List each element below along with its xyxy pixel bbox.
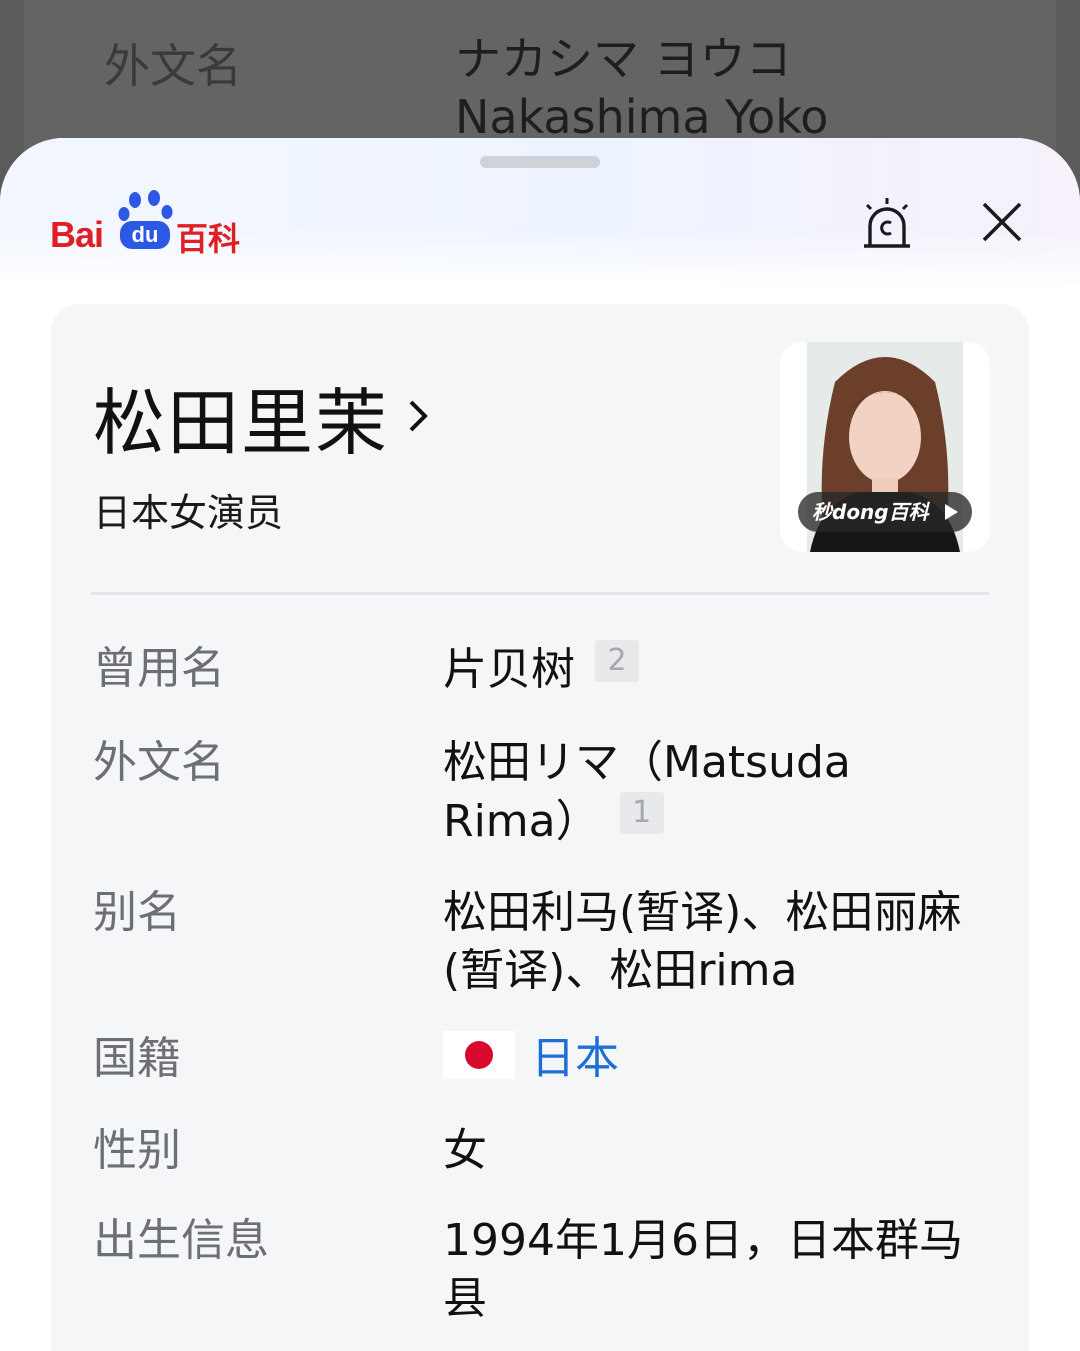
- info-value: 日本: [443, 1030, 988, 1088]
- info-label: 外文名: [93, 737, 225, 788]
- title-link[interactable]: 松田里茉: [93, 376, 433, 465]
- video-badge[interactable]: 秒dong百科: [798, 492, 972, 532]
- info-label: 别名: [93, 887, 181, 938]
- alarm-bell-icon[interactable]: [858, 196, 916, 254]
- chevron-right-icon: [409, 400, 428, 432]
- japan-flag-icon: [443, 1031, 515, 1079]
- info-label: 出生信息: [93, 1215, 269, 1266]
- info-value-text: 松田利马(暂译)、松田丽麻(暂译)、松田rima: [443, 887, 962, 996]
- drag-handle[interactable]: [480, 156, 600, 168]
- info-value-text: 1994年1月6日，日本群马县: [443, 1215, 963, 1324]
- divider: [91, 592, 989, 595]
- entity-card: 松田里茉 日本女演员 秒dong百科 曾用名 片贝树 2 外文名 松田リマ（Ma…: [51, 304, 1029, 1351]
- entity-title: 松田里茉: [93, 380, 390, 465]
- bottom-sheet: Bai du 百科 松田里茉 日本女演员 秒dong百科 曾用名 片贝树 2 外…: [0, 138, 1080, 1351]
- baidu-baike-logo: Bai du 百科: [50, 190, 250, 258]
- reference-badge[interactable]: 2: [595, 640, 639, 682]
- logo-text-bai: Bai: [50, 214, 104, 255]
- play-icon: [945, 504, 958, 520]
- info-value-text: 片贝树: [443, 644, 575, 695]
- profile-photo[interactable]: 秒dong百科: [780, 342, 990, 552]
- nationality-link[interactable]: 日本: [531, 1033, 619, 1084]
- video-badge-label: 秒dong百科: [812, 500, 929, 524]
- background-label: 外文名: [104, 39, 242, 93]
- entity-subtitle: 日本女演员: [93, 491, 284, 535]
- background-value: ナカシマ ヨウコ Nakashima Yoko: [455, 30, 828, 146]
- info-label: 性别: [93, 1125, 181, 1176]
- background-value-line1: ナカシマ ヨウコ: [455, 32, 792, 86]
- info-value: 松田リマ（Matsuda Rima） 1: [443, 734, 988, 851]
- close-icon[interactable]: [974, 194, 1030, 250]
- logo-text-baike: 百科: [176, 220, 241, 258]
- info-label: 国籍: [93, 1033, 181, 1084]
- reference-badge[interactable]: 1: [619, 792, 664, 834]
- logo-text-du: du: [120, 221, 170, 249]
- info-value-text: 女: [443, 1125, 487, 1176]
- info-label: 曾用名: [93, 643, 225, 694]
- info-value: 片贝树 2: [443, 640, 988, 699]
